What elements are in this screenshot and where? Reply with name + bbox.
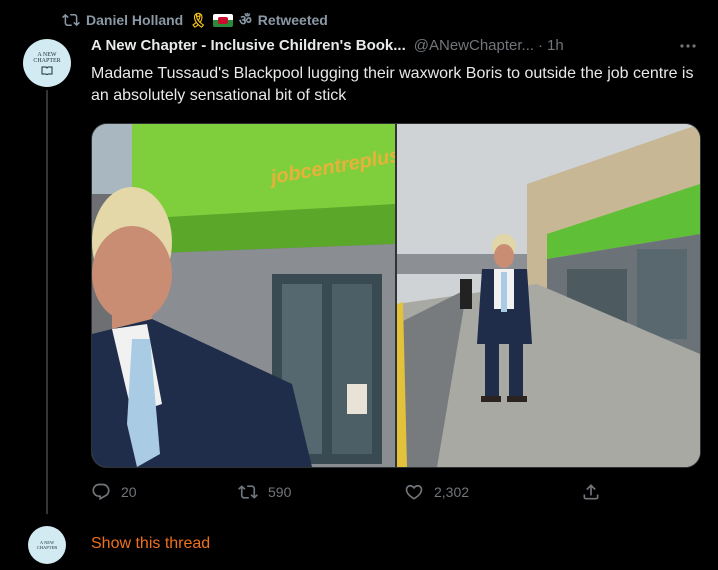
ribbon-emoji: 🎗 [189,12,208,28]
retweet-count: 590 [268,484,292,500]
thread-avatar-text: A NEW CHAPTER [36,540,58,550]
photo-waxwork-street-jobcentre-art [397,124,700,467]
author-handle[interactable]: @ANewChapter... [414,37,534,54]
reply-button[interactable]: 20 [91,480,137,504]
tweet-actions: 20 590 2,302 [91,480,611,504]
photo-waxwork-closeup-jobcentre[interactable]: jobcentreplus [92,124,395,467]
share-button[interactable] [581,480,601,504]
retweet-button[interactable]: 590 [238,480,291,504]
retweet-icon [62,13,80,27]
thread-avatar[interactable]: A NEW CHAPTER [28,526,66,564]
share-icon [583,484,599,500]
like-count: 2,302 [434,484,470,500]
media-grid[interactable]: jobcentreplus [91,123,701,468]
avatar-text: A NEW CHAPTER [33,51,61,64]
welsh-flag-icon [213,13,234,27]
retweeted-label: Retweeted [257,12,328,28]
om-emoji: ॐ [239,12,252,28]
show-thread-link[interactable]: Show this thread [91,535,210,553]
separator-dot: · [538,37,544,54]
tweet-time[interactable]: 1h [547,37,564,54]
retweeter-name[interactable]: Daniel Holland [86,12,183,28]
photo-waxwork-closeup-jobcentre-art: jobcentreplus [92,124,395,467]
like-button[interactable]: 2,302 [404,480,469,504]
book-icon [41,66,53,75]
thread-connector-line [46,90,48,514]
tweet-header: A New Chapter - Inclusive Children's Boo… [91,37,564,54]
tweet-text: Madame Tussaud's Blackpool lugging their… [91,65,694,104]
more-icon[interactable] [678,38,698,54]
reply-icon [92,483,110,501]
retweet-icon [238,485,258,499]
photo-waxwork-street-jobcentre[interactable] [397,124,700,467]
author-avatar[interactable]: A NEW CHAPTER [23,39,71,87]
retweet-header: Daniel Holland 🎗 ॐ Retweeted [62,9,328,31]
heart-icon [405,484,423,500]
reply-count: 20 [121,484,137,500]
author-name[interactable]: A New Chapter - Inclusive Children's Boo… [91,37,406,54]
